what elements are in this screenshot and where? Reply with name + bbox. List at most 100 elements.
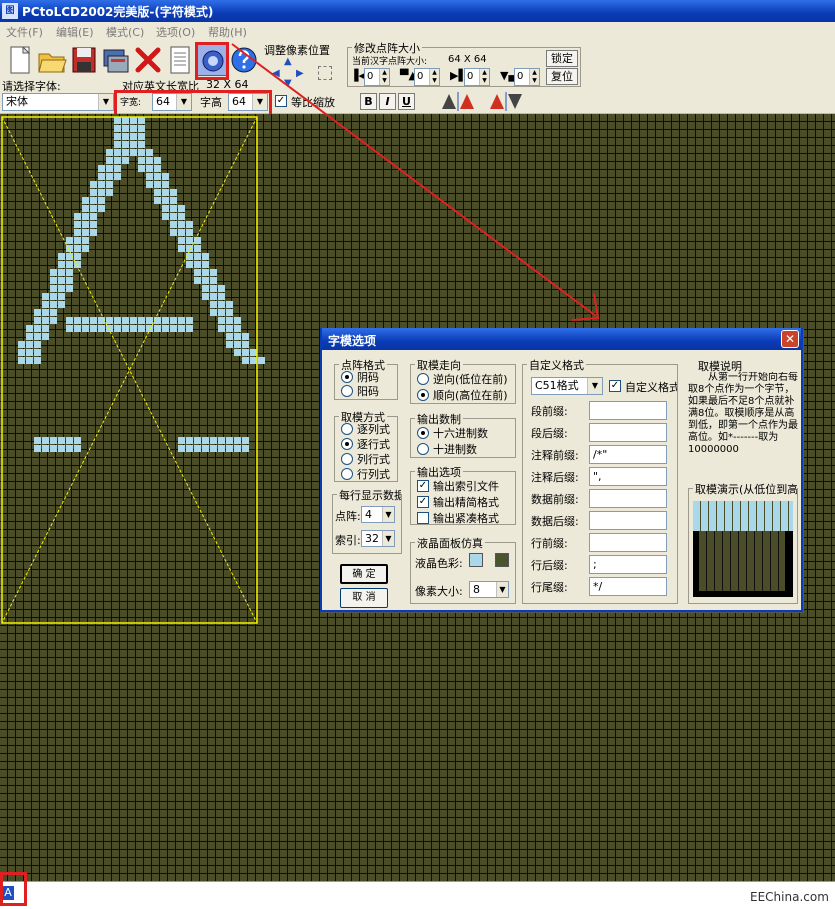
close-icon[interactable]: ✕ [781, 330, 799, 348]
glyph-pixel [98, 165, 105, 172]
glyph-pixel [106, 165, 113, 172]
arrow-down-icon[interactable]: ▼ [284, 78, 292, 89]
chevron-down-icon[interactable]: ▼ [587, 378, 602, 394]
menu-help[interactable]: 帮助(H) [208, 24, 247, 40]
spin-top[interactable]: 0 ▲ ▼ [414, 68, 440, 86]
glyph-pixel [106, 173, 113, 180]
glyph-pixel [50, 269, 57, 276]
glyph-pixel [258, 357, 265, 364]
italic-button[interactable]: I [379, 93, 396, 110]
arrow-right-icon[interactable]: ▶ [296, 68, 304, 79]
index-per-row-select[interactable]: 32 ▼ [361, 530, 395, 547]
flip-horizontal-icon[interactable] [440, 92, 476, 111]
flip-vertical-icon[interactable] [488, 92, 524, 111]
glyph-pixel [74, 245, 81, 252]
custom-field-input[interactable] [589, 401, 667, 420]
chevron-down-icon[interactable]: ▼ [98, 94, 113, 110]
radio-column-row[interactable] [341, 453, 353, 465]
bold-button[interactable]: B [360, 93, 377, 110]
glyph-pixel [226, 445, 233, 452]
radio-hex[interactable] [417, 427, 429, 439]
pixel-size-select[interactable]: 8 ▼ [469, 581, 509, 598]
radio-negative[interactable] [341, 371, 353, 383]
checkbox-index-file[interactable]: ✓ [417, 480, 429, 492]
glyph-pixel [154, 157, 161, 164]
help-icon[interactable] [228, 44, 260, 76]
glyph-pixel [82, 213, 89, 220]
glyph-pixel [114, 317, 121, 324]
glyph-pixel [138, 125, 145, 132]
radio-decimal[interactable] [417, 443, 429, 455]
glyph-pixel [18, 357, 25, 364]
custom-field-input[interactable]: /*" [589, 445, 667, 464]
lcd-pixel-color[interactable] [469, 553, 483, 567]
arrow-left-icon[interactable]: ◀ [272, 68, 280, 79]
spin-right[interactable]: 0 ▲ ▼ [464, 68, 490, 86]
checkbox-tight[interactable] [417, 512, 429, 524]
menu-mode[interactable]: 模式(C) [106, 24, 144, 40]
document-icon[interactable] [164, 44, 196, 76]
radio-row-column[interactable] [341, 468, 353, 480]
proportional-checkbox[interactable]: ✓ [275, 95, 287, 107]
lcd-background-color[interactable] [495, 553, 509, 567]
open-icon[interactable] [36, 44, 68, 76]
cancel-button[interactable]: 取 消 [340, 588, 388, 608]
glyph-pixel [202, 277, 209, 284]
custom-field-input[interactable] [589, 533, 667, 552]
chevron-down-icon[interactable]: ▼ [382, 531, 394, 546]
menu-file[interactable]: 文件(F) [6, 24, 43, 40]
custom-field-input[interactable]: */ [589, 577, 667, 596]
checkbox-compact[interactable]: ✓ [417, 496, 429, 508]
menu-edit[interactable]: 编辑(E) [56, 24, 94, 40]
radio-forward[interactable] [417, 389, 429, 401]
checkbox-custom-format[interactable]: ✓ [609, 380, 621, 392]
glyph-pixel [234, 341, 241, 348]
glyph-pixel [210, 285, 217, 292]
reset-button[interactable]: 复位 [546, 68, 578, 85]
arrow-up-icon[interactable]: ▲ [284, 56, 292, 67]
generate-icon[interactable] [100, 44, 132, 76]
menu-options[interactable]: 选项(O) [156, 24, 195, 40]
glyph-pixel [90, 325, 97, 332]
spin-left[interactable]: 0 ▲ ▼ [364, 68, 390, 86]
new-icon[interactable] [4, 44, 36, 76]
glyph-pixel [170, 317, 177, 324]
chevron-down-icon[interactable]: ▼ [496, 582, 508, 597]
radio-row[interactable] [341, 438, 353, 450]
radio-column[interactable] [341, 423, 353, 435]
radio-positive[interactable] [341, 385, 353, 397]
glyph-pixel [90, 197, 97, 204]
custom-field-input[interactable] [589, 423, 667, 442]
custom-field-input[interactable]: ; [589, 555, 667, 574]
glyph-pixel [154, 181, 161, 188]
underline-button[interactable]: U [398, 93, 415, 110]
custom-field-input[interactable]: ", [589, 467, 667, 486]
custom-field-input[interactable] [589, 489, 667, 508]
custom-field-input[interactable] [589, 511, 667, 530]
glyph-pixel [146, 149, 153, 156]
spin-bottom[interactable]: 0 ▲ ▼ [514, 68, 540, 86]
ok-button[interactable]: 确 定 [340, 564, 388, 584]
glyph-pixel [138, 117, 145, 124]
custom-field-label: 段前缀: [531, 405, 568, 418]
custom-field-label: 行尾缀: [531, 581, 568, 594]
app-icon[interactable]: 图标 [2, 3, 18, 32]
glyph-pixel [250, 349, 257, 356]
chevron-down-icon[interactable]: ▼ [382, 507, 394, 522]
glyph-pixel [130, 141, 137, 148]
format-select[interactable]: C51格式 ▼ [531, 377, 603, 395]
dots-per-row-select[interactable]: 4 ▼ [361, 506, 395, 523]
glyph-pixel [106, 157, 113, 164]
center-icon[interactable] [318, 66, 332, 80]
lock-button[interactable]: 锁定 [546, 50, 578, 67]
glyph-pixel [58, 445, 65, 452]
glyph-pixel [114, 325, 121, 332]
save-icon[interactable] [68, 44, 100, 76]
glyph-pixel [114, 157, 121, 164]
font-select[interactable]: 宋体 ▼ [2, 93, 114, 111]
glyph-pixel [146, 317, 153, 324]
radio-reverse[interactable] [417, 373, 429, 385]
delete-icon[interactable] [132, 44, 164, 76]
glyph-pixel [178, 229, 185, 236]
glyph-pixel [218, 309, 225, 316]
